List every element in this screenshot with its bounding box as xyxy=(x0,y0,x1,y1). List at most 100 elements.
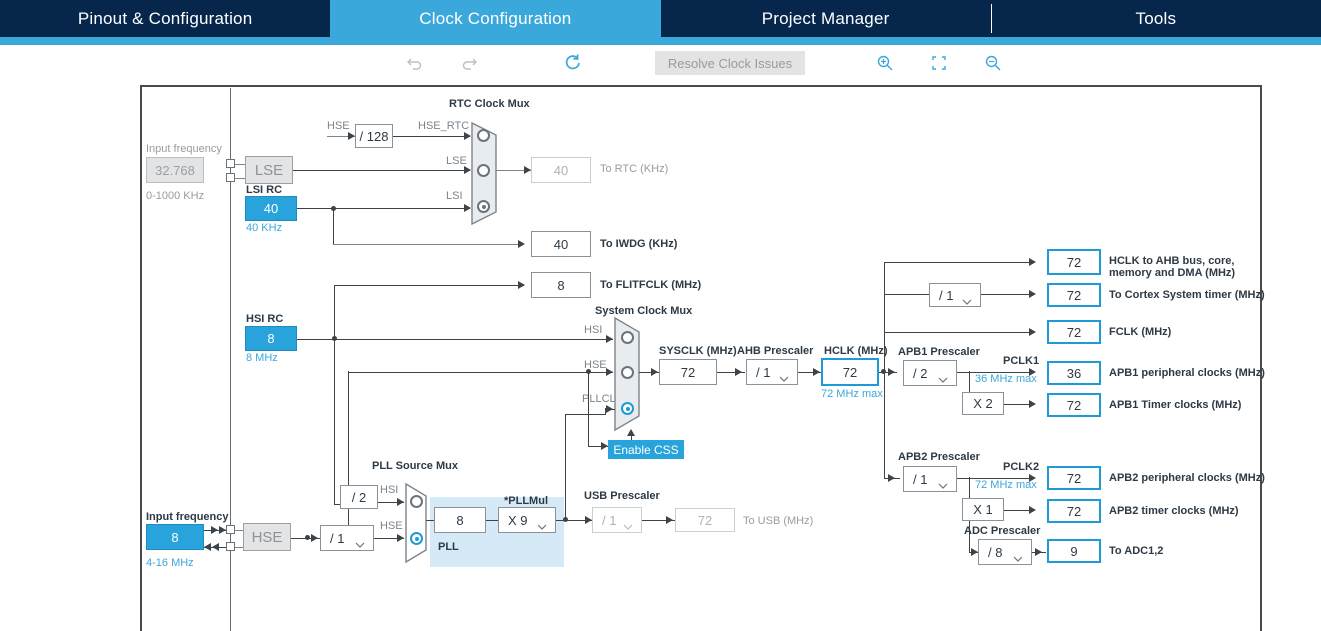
resolve-clock-issues-button[interactable]: Resolve Clock Issues xyxy=(655,51,805,75)
ahb-prescaler-select[interactable]: / 1 xyxy=(746,359,798,385)
fclk-label: FCLK (MHz) xyxy=(1109,326,1172,338)
arrow-hclk xyxy=(813,367,820,376)
apb2-timer-multiplier: X 1 xyxy=(962,498,1004,521)
fit-to-screen-icon[interactable] xyxy=(924,45,954,81)
apb2-prescaler-value: / 1 xyxy=(913,471,928,487)
sysclk-value: 72 xyxy=(659,359,717,385)
apb1-prescaler-value: / 2 xyxy=(913,365,928,381)
lsi-value-field[interactable]: 40 xyxy=(245,196,297,221)
main-tab-bar: Pinout & Configuration Clock Configurati… xyxy=(0,0,1321,37)
cortex-timer-label: To Cortex System timer (MHz) xyxy=(1109,289,1265,301)
arrow-apb2-periph xyxy=(1029,473,1036,482)
adc-value: 9 xyxy=(1047,539,1101,563)
pllmux-option-hse[interactable] xyxy=(410,532,423,545)
lsi-rc-title: LSI RC xyxy=(246,184,283,196)
arrow-to-rtc xyxy=(524,166,531,174)
pclk2-label: PCLK2 xyxy=(1003,461,1040,473)
arrow-iwdg xyxy=(518,240,525,248)
wire-lse-pin-top xyxy=(235,163,245,165)
chevron-down-icon xyxy=(355,536,365,551)
redo-icon[interactable] xyxy=(454,45,484,81)
wire-pll-to-pllmul xyxy=(486,519,498,521)
hclk-value[interactable]: 72 xyxy=(821,358,879,386)
apb2-peripheral-value: 72 xyxy=(1047,466,1101,490)
pll-input-value: 8 xyxy=(434,507,486,533)
arrow-pllclk xyxy=(606,404,613,413)
hclk-title: HCLK (MHz) xyxy=(824,345,888,357)
zoom-out-icon[interactable] xyxy=(978,45,1008,81)
lse-input-frequency-field[interactable]: 32.768 xyxy=(146,157,204,183)
chevron-down-icon xyxy=(938,371,948,386)
usb-prescaler-title: USB Prescaler xyxy=(584,490,660,502)
apb1-peripheral-value: 36 xyxy=(1047,361,1101,385)
cortex-timer-prescaler-select[interactable]: / 1 xyxy=(929,283,981,307)
zoom-in-icon[interactable] xyxy=(870,45,900,81)
wire-hse-down-css xyxy=(588,371,589,446)
sysmux-option-pllclk[interactable] xyxy=(621,402,634,415)
apb2-prescaler-title: APB2 Prescaler xyxy=(898,451,980,463)
wire-hclk-to-cortex-pre xyxy=(884,294,929,295)
tab-pinout-configuration[interactable]: Pinout & Configuration xyxy=(0,0,330,37)
wire-hsi-to-flitfclk xyxy=(334,285,524,286)
ahb-prescaler-value: / 1 xyxy=(756,364,771,380)
wire-cortex-pre-to-out xyxy=(981,294,1034,295)
hse-divider-select[interactable]: / 1 xyxy=(320,525,374,551)
hclk-ahb-bus-value: 72 xyxy=(1047,249,1101,275)
enable-css-button[interactable]: Enable CSS xyxy=(608,440,684,459)
wire-lsi-down xyxy=(333,208,334,244)
hsi-rc-title: HSI RC xyxy=(246,313,284,325)
chevron-down-icon xyxy=(962,293,972,308)
hsi-value-field[interactable]: 8 xyxy=(245,326,297,351)
adc-prescaler-select[interactable]: / 8 xyxy=(978,539,1032,565)
ahb-prescaler-title: AHB Prescaler xyxy=(737,345,814,357)
tab-clock-configuration[interactable]: Clock Configuration xyxy=(330,0,661,37)
arrow-hse-div1 xyxy=(311,533,318,542)
pll-source-mux-title: PLL Source Mux xyxy=(372,460,458,472)
arrow-hse-in-a xyxy=(211,525,218,534)
tab-project-manager[interactable]: Project Manager xyxy=(661,0,991,37)
wire-lse-to-rtcmux xyxy=(293,170,470,171)
rtc-mux-option-lsi[interactable] xyxy=(477,200,490,213)
cortex-timer-value: 72 xyxy=(1047,283,1101,307)
rtc-hse-divider[interactable]: / 128 xyxy=(355,124,393,148)
apb1-prescaler-select[interactable]: / 2 xyxy=(903,360,957,386)
arrow-apb2-timer xyxy=(1029,506,1036,514)
fclk-value: 72 xyxy=(1047,320,1101,344)
reset-clock-icon[interactable] xyxy=(558,45,588,81)
hse-input-frequency-field[interactable]: 8 xyxy=(146,524,204,550)
clock-toolbar: Resolve Clock Issues xyxy=(0,45,1321,81)
tab-tools[interactable]: Tools xyxy=(990,0,1321,37)
sysmux-option-hsi[interactable] xyxy=(621,331,634,344)
chevron-down-icon xyxy=(1013,550,1023,565)
arrow-apb1-timer xyxy=(1029,400,1036,408)
pllmux-hse-label: HSE xyxy=(380,520,403,532)
lse-source-box[interactable]: LSE xyxy=(245,156,293,184)
arrow-sysclk xyxy=(651,367,658,376)
undo-icon[interactable] xyxy=(400,45,430,81)
wire-lsi-to-iwdg xyxy=(333,244,523,245)
arrow-css-up xyxy=(627,429,635,436)
chevron-down-icon xyxy=(623,518,633,533)
hclk-ahb-bus-label-line2: memory and DMA (MHz) xyxy=(1109,267,1236,279)
pllmul-select[interactable]: X 9 xyxy=(498,507,556,533)
hse-source-box[interactable]: HSE xyxy=(243,523,291,551)
hse-pin-bottom xyxy=(226,542,235,551)
wire-hse-trunk xyxy=(348,371,349,538)
usb-prescaler-select[interactable]: / 1 xyxy=(592,507,642,533)
junction-hse-div xyxy=(305,535,310,540)
rtc-hse-signal-label: HSE xyxy=(327,120,350,132)
pllmux-option-hsi[interactable] xyxy=(410,495,423,508)
arrow-usb-pre xyxy=(585,515,592,524)
rtc-mux-option-lse[interactable] xyxy=(477,164,490,177)
rtc-mux-option-hse-rtc[interactable] xyxy=(477,129,490,142)
adc-prescaler-title: ADC Prescaler xyxy=(964,525,1041,537)
apb2-prescaler-select[interactable]: / 1 xyxy=(903,466,957,492)
pllmul-value: X 9 xyxy=(508,512,528,528)
apb1-timer-value: 72 xyxy=(1047,393,1101,417)
apb1-timer-label: APB1 Timer clocks (MHz) xyxy=(1109,399,1242,411)
wire-pllclk-to-mux xyxy=(565,414,589,415)
usb-prescaler-value: / 1 xyxy=(602,512,617,528)
sysmux-option-hse[interactable] xyxy=(621,366,634,379)
lse-input-frequency-label: Input frequency xyxy=(146,143,222,155)
pll-block-label: PLL xyxy=(438,541,459,553)
